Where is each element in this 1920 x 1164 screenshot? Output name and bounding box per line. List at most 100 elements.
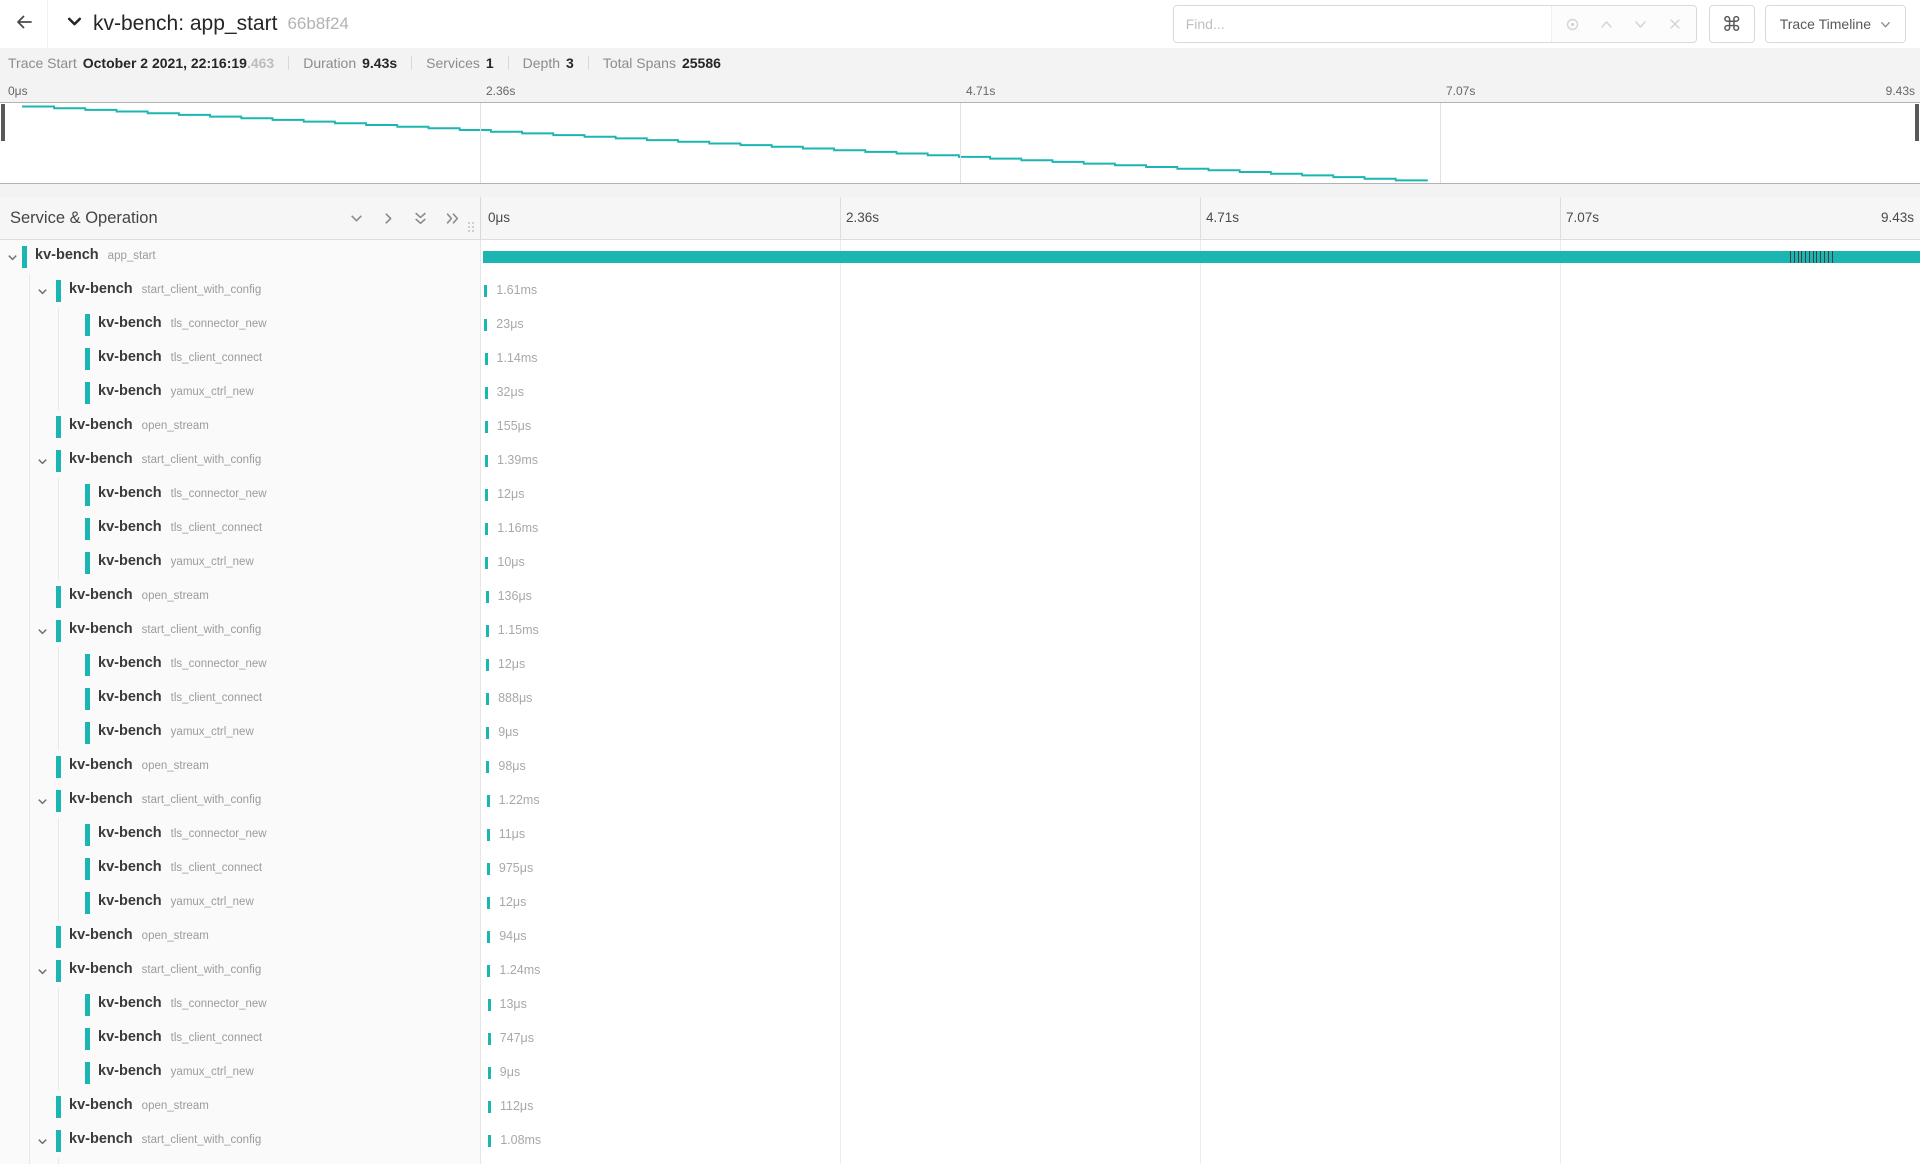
span-timeline-cell[interactable]: 888μs (480, 682, 1920, 716)
span-bar[interactable] (485, 557, 488, 569)
span-row[interactable]: kv-benchtls_connector_new12μs (0, 478, 1920, 512)
column-divider[interactable] (480, 197, 481, 239)
span-name-cell[interactable]: kv-benchtls_client_connect (0, 1022, 480, 1056)
span-log-marker[interactable] (1801, 251, 1802, 263)
collapse-all-button[interactable] (412, 210, 428, 226)
span-bar[interactable] (485, 455, 488, 467)
span-log-marker[interactable] (1824, 251, 1825, 263)
back-button[interactable] (0, 0, 48, 48)
span-bar[interactable] (487, 965, 490, 977)
span-bar[interactable] (486, 693, 489, 705)
span-row[interactable]: kv-benchtls_connector_new (0, 1158, 1920, 1164)
span-timeline-cell[interactable]: 98μs (480, 750, 1920, 784)
span-bar[interactable] (485, 421, 488, 433)
span-timeline-cell[interactable]: 9μs (480, 716, 1920, 750)
span-name-cell[interactable]: kv-benchopen_stream (0, 920, 480, 954)
span-name-cell[interactable]: kv-benchtls_connector_new (0, 1158, 480, 1164)
collapse-span-chevron[interactable] (36, 795, 49, 808)
span-name-cell[interactable]: kv-benchyamux_ctrl_new (0, 886, 480, 920)
span-timeline-cell[interactable]: 32μs (480, 376, 1920, 410)
span-name-cell[interactable]: kv-benchopen_stream (0, 1090, 480, 1124)
span-log-marker[interactable] (1820, 251, 1821, 263)
span-row[interactable]: kv-benchstart_client_with_config1.24ms (0, 954, 1920, 988)
span-timeline-cell[interactable]: 112μs (480, 1090, 1920, 1124)
scroll-to-match-button[interactable] (1556, 6, 1590, 42)
span-row[interactable]: kv-benchyamux_ctrl_new10μs (0, 546, 1920, 580)
span-name-cell[interactable]: kv-benchtls_connector_new (0, 478, 480, 512)
span-log-marker[interactable] (1828, 251, 1829, 263)
span-bar[interactable] (483, 251, 1920, 263)
span-log-marker[interactable] (1809, 251, 1810, 263)
span-name-cell[interactable]: kv-benchstart_client_with_config (0, 1124, 480, 1158)
expand-all-button[interactable] (444, 210, 460, 226)
span-timeline-cell[interactable]: 12μs (480, 886, 1920, 920)
expand-one-button[interactable] (380, 210, 396, 226)
span-row[interactable]: kv-benchyamux_ctrl_new12μs (0, 886, 1920, 920)
span-name-cell[interactable]: kv-benchopen_stream (0, 580, 480, 614)
keyboard-shortcuts-button[interactable]: ⌘ (1709, 5, 1755, 43)
span-bar[interactable] (486, 591, 489, 603)
span-row[interactable]: kv-benchyamux_ctrl_new9μs (0, 716, 1920, 750)
span-bar[interactable] (488, 999, 491, 1011)
span-name-cell[interactable]: kv-benchtls_client_connect (0, 342, 480, 376)
span-timeline-cell[interactable]: 155μs (480, 410, 1920, 444)
span-row[interactable]: kv-benchopen_stream155μs (0, 410, 1920, 444)
span-timeline-cell[interactable]: 1.16ms (480, 512, 1920, 546)
span-row[interactable]: kv-benchtls_client_connect888μs (0, 682, 1920, 716)
find-input[interactable] (1174, 6, 1551, 42)
span-timeline-cell[interactable]: 1.08ms (480, 1124, 1920, 1158)
span-row[interactable]: kv-benchtls_connector_new13μs (0, 988, 1920, 1022)
span-name-cell[interactable]: kv-benchopen_stream (0, 750, 480, 784)
span-timeline-cell[interactable]: 1.61ms (480, 274, 1920, 308)
span-row[interactable]: kv-benchyamux_ctrl_new32μs (0, 376, 1920, 410)
span-name-cell[interactable]: kv-benchyamux_ctrl_new (0, 1056, 480, 1090)
span-row[interactable]: kv-benchtls_client_connect1.14ms (0, 342, 1920, 376)
collapse-one-button[interactable] (348, 210, 364, 226)
span-name-cell[interactable]: kv-benchyamux_ctrl_new (0, 716, 480, 750)
span-name-cell[interactable]: kv-benchtls_connector_new (0, 308, 480, 342)
span-timeline-cell[interactable]: 12μs (480, 648, 1920, 682)
span-timeline-cell[interactable]: 1.22ms (480, 784, 1920, 818)
span-bar[interactable] (486, 659, 489, 671)
collapse-span-chevron[interactable] (6, 251, 19, 264)
span-bar[interactable] (486, 761, 489, 773)
span-row[interactable]: kv-benchopen_stream112μs (0, 1090, 1920, 1124)
minimap-canvas[interactable] (0, 102, 1920, 184)
collapse-trace-header-button[interactable] (66, 13, 83, 35)
span-name-cell[interactable]: kv-benchapp_start (0, 240, 480, 274)
span-timeline-cell[interactable]: 12μs (480, 478, 1920, 512)
span-bar[interactable] (485, 387, 488, 399)
minimap-right-handle[interactable] (1915, 104, 1919, 141)
span-log-marker[interactable] (1805, 251, 1806, 263)
span-bar[interactable] (488, 1101, 491, 1113)
span-log-marker[interactable] (1813, 251, 1814, 263)
column-resize-grip[interactable] (467, 221, 475, 239)
span-name-cell[interactable]: kv-benchstart_client_with_config (0, 444, 480, 478)
span-bar[interactable] (485, 523, 488, 535)
span-row[interactable]: kv-benchopen_stream136μs (0, 580, 1920, 614)
span-log-marker[interactable] (1798, 251, 1799, 263)
collapse-span-chevron[interactable] (36, 625, 49, 638)
span-name-cell[interactable]: kv-benchtls_client_connect (0, 682, 480, 716)
span-bar[interactable] (488, 1033, 491, 1045)
span-row[interactable]: kv-benchtls_client_connect1.16ms (0, 512, 1920, 546)
span-bar[interactable] (488, 1135, 491, 1147)
span-bar[interactable] (488, 1067, 491, 1079)
span-name-cell[interactable]: kv-benchtls_client_connect (0, 852, 480, 886)
span-bar[interactable] (487, 897, 490, 909)
span-timeline-cell[interactable]: 1.15ms (480, 614, 1920, 648)
span-timeline-cell[interactable]: 94μs (480, 920, 1920, 954)
minimap-left-handle[interactable] (1, 104, 5, 141)
span-timeline-cell[interactable]: 975μs (480, 852, 1920, 886)
span-name-cell[interactable]: kv-benchyamux_ctrl_new (0, 376, 480, 410)
span-name-cell[interactable]: kv-benchtls_connector_new (0, 988, 480, 1022)
span-name-cell[interactable]: kv-benchtls_connector_new (0, 648, 480, 682)
span-row[interactable]: kv-benchstart_client_with_config1.39ms (0, 444, 1920, 478)
span-name-cell[interactable]: kv-benchstart_client_with_config (0, 614, 480, 648)
span-name-cell[interactable]: kv-benchtls_client_connect (0, 512, 480, 546)
span-bar[interactable] (487, 795, 490, 807)
span-log-marker[interactable] (1816, 251, 1817, 263)
span-row[interactable]: kv-benchyamux_ctrl_new9μs (0, 1056, 1920, 1090)
span-bar[interactable] (486, 727, 489, 739)
span-name-cell[interactable]: kv-benchstart_client_with_config (0, 274, 480, 308)
